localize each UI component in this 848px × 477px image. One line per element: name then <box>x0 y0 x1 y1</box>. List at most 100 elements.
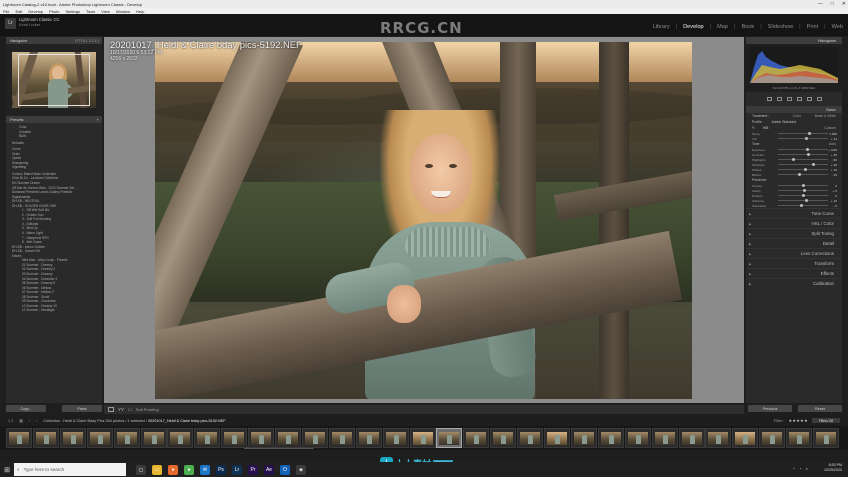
filmstrip-thumbnail[interactable] <box>544 428 570 448</box>
panel-toggle-icon[interactable]: ▶ <box>749 242 751 246</box>
filmstrip-thumbnail[interactable] <box>759 428 786 448</box>
menu-edit[interactable]: Edit <box>15 9 22 14</box>
filmstrip-thumbnail[interactable] <box>6 428 32 448</box>
profile-select[interactable]: Adobe Standard <box>772 120 797 124</box>
filmstrip-thumbnail[interactable] <box>705 428 732 448</box>
slider-track[interactable] <box>778 158 828 161</box>
slider-knob[interactable] <box>811 163 815 166</box>
tone-auto-button[interactable]: Auto <box>829 142 836 146</box>
slider-track[interactable] <box>778 194 828 197</box>
slider-value[interactable]: - 5 <box>833 204 837 208</box>
navigator-thumbnail[interactable] <box>12 52 96 108</box>
slider-knob[interactable] <box>805 148 809 151</box>
filmstrip-thumbnail[interactable] <box>463 428 490 448</box>
file-explorer-icon[interactable]: ▭ <box>152 464 162 475</box>
module-develop[interactable]: Develop <box>682 24 705 30</box>
slider-track[interactable] <box>778 148 828 151</box>
filmstrip-thumbnail[interactable] <box>517 428 544 448</box>
menu-view[interactable]: View <box>101 9 110 14</box>
module-book[interactable]: Book <box>740 24 755 30</box>
menu-help[interactable]: Help <box>136 9 144 14</box>
slider-knob[interactable] <box>804 199 808 202</box>
graduated-filter-icon[interactable] <box>796 96 802 101</box>
taskbar-search[interactable]: ⌕ Type here to search <box>14 463 126 476</box>
filmstrip-thumbnail[interactable] <box>221 428 248 448</box>
basic-header[interactable]: Basic <box>746 106 842 113</box>
slider-knob[interactable] <box>800 204 803 207</box>
crop-tool-icon[interactable] <box>766 96 772 101</box>
slider-track[interactable] <box>778 189 828 192</box>
filmstrip-thumbnail[interactable] <box>301 428 328 448</box>
menu-photo[interactable]: Photo <box>49 9 59 14</box>
panel-toggle-icon[interactable]: ▶ <box>749 272 751 276</box>
taskbar-clock[interactable]: 8:53 PM 10/25/2020 <box>824 463 842 473</box>
preset-item[interactable]: 11 Summer - Nostalgia <box>6 308 102 313</box>
panel-detail[interactable]: ▶ Detail <box>746 238 842 248</box>
filter-select[interactable]: Filters Off <box>812 418 840 423</box>
slider-track[interactable] <box>778 168 828 171</box>
panel-effects[interactable]: ▶ Effects <box>746 268 842 278</box>
slider-track[interactable] <box>778 199 828 202</box>
slider-value[interactable]: - 60 <box>832 158 837 162</box>
menu-window[interactable]: Window <box>116 9 130 14</box>
slider-value[interactable]: + 14 <box>831 137 837 141</box>
lightroom-icon[interactable]: Lr <box>232 464 242 475</box>
slider-knob[interactable] <box>803 189 806 192</box>
filmstrip-thumbnail[interactable] <box>409 428 436 448</box>
panel-toggle-icon[interactable]: ▶ <box>749 282 751 286</box>
treatment-bw[interactable]: Black & White <box>815 114 836 118</box>
panel-transform[interactable]: ▶ Transform <box>746 258 842 268</box>
menu-settings[interactable]: Settings <box>66 9 80 14</box>
eyedropper-icon[interactable]: ✎ <box>752 126 755 130</box>
slider-track[interactable] <box>778 163 828 166</box>
module-map[interactable]: Map <box>716 24 729 30</box>
panel-lens-corrections[interactable]: ▶ Lens Corrections <box>746 248 842 258</box>
filmstrip-thumbnail[interactable] <box>194 428 221 448</box>
slider-track[interactable] <box>778 173 828 176</box>
histogram[interactable]: ISO 400 85 mm f/1.4 1/800 SEC <box>746 44 842 92</box>
secondary-window-icons[interactable]: 1 2 <box>8 419 13 423</box>
slider-value[interactable]: + 25 <box>831 153 837 157</box>
close-button[interactable]: ✕ <box>842 1 846 7</box>
previous-button[interactable]: Previous <box>748 405 792 412</box>
slider-knob[interactable] <box>801 184 805 187</box>
slider-knob[interactable] <box>806 153 810 156</box>
filmstrip-thumbnail-selected[interactable] <box>436 428 463 448</box>
windows-start-icon[interactable]: ⊞ <box>0 462 14 477</box>
slider-value[interactable]: 0 <box>835 194 837 198</box>
module-print[interactable]: Print <box>806 24 820 30</box>
slider-knob[interactable] <box>807 132 811 135</box>
filmstrip-thumbnail[interactable] <box>624 428 651 448</box>
network-icon[interactable]: ◔ <box>799 466 801 471</box>
filmstrip-thumbnail[interactable] <box>651 428 678 448</box>
filmstrip-thumbnail[interactable] <box>786 428 813 448</box>
slider-knob[interactable] <box>804 168 807 171</box>
filmstrip-thumbnail[interactable] <box>732 428 759 448</box>
slider-track[interactable] <box>778 184 828 187</box>
presets-header[interactable]: Presets + <box>6 116 102 123</box>
panel-tone-curve[interactable]: ▶ Tone Curve <box>746 208 842 218</box>
slider-track[interactable] <box>778 137 828 140</box>
maximize-button[interactable]: □ <box>831 1 834 7</box>
loupe-view-icon[interactable] <box>108 407 114 412</box>
main-photo[interactable] <box>155 42 692 399</box>
filmstrip-thumbnail[interactable] <box>570 428 597 448</box>
module-slideshow[interactable]: Slideshow <box>767 24 795 30</box>
slider-knob[interactable] <box>804 137 808 140</box>
copy-settings-button[interactable]: Copy... <box>6 405 46 412</box>
panel-toggle-icon[interactable]: ▶ <box>749 262 751 266</box>
minimize-button[interactable]: — <box>818 1 823 7</box>
filmstrip-thumbnail[interactable] <box>113 428 140 448</box>
soft-proof-checkbox[interactable]: ☐ <box>128 407 132 412</box>
panel-hsl-color[interactable]: ▶ HSL / Color <box>746 218 842 228</box>
filmstrip-thumbnail[interactable] <box>59 428 86 448</box>
premiere-icon[interactable]: Pr <box>248 464 258 475</box>
slider-value[interactable]: 0 <box>835 184 837 188</box>
adjustment-brush-icon[interactable] <box>816 96 822 101</box>
volume-icon[interactable]: ◖ <box>806 466 808 471</box>
image-view[interactable]: 20201017_Heidi & Claire bday pics-5192.N… <box>104 37 744 403</box>
red-eye-icon[interactable] <box>786 96 792 101</box>
wb-select[interactable]: Custom <box>824 126 836 130</box>
navigator-view-box[interactable] <box>18 54 90 106</box>
reset-button[interactable]: Reset <box>798 405 842 412</box>
